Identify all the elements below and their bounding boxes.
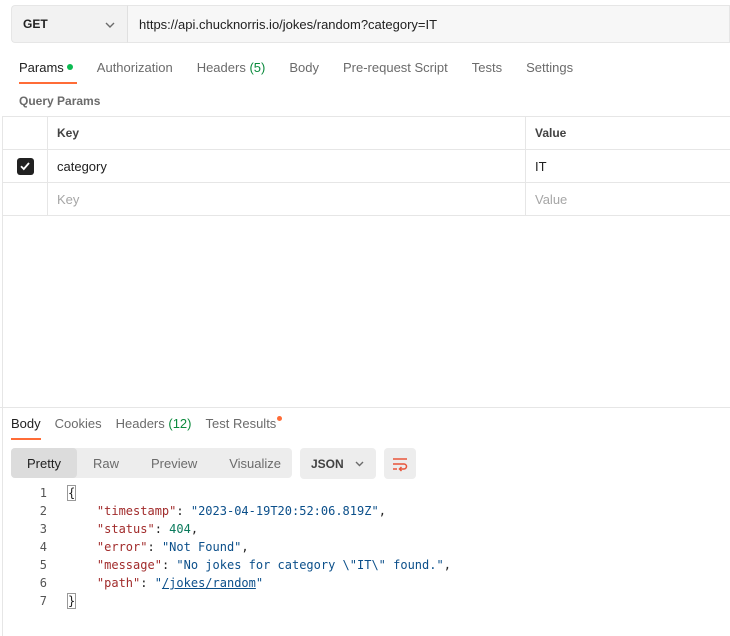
line-number: 5 (39, 558, 47, 572)
chevron-down-icon (105, 22, 115, 28)
line-number: 6 (39, 576, 47, 590)
json-quote: " (154, 576, 162, 590)
tab-params[interactable]: Params (19, 60, 77, 84)
close-brace: } (66, 593, 77, 609)
path-link[interactable]: /jokes/random (162, 576, 256, 590)
view-mode-visualize[interactable]: Visualize (213, 448, 297, 478)
json-value: "Not Found" (161, 540, 242, 554)
line-number: 2 (39, 504, 47, 518)
view-mode-selector: Pretty Raw Preview Visualize (11, 448, 292, 478)
code-text: "error": "Not Found", (96, 540, 249, 554)
response-body-code[interactable]: 1 { 2 "timestamp": "2023-04-19T20:52:06.… (0, 484, 730, 610)
param-checkbox[interactable] (16, 157, 34, 175)
json-key: "path" (96, 576, 141, 590)
format-label: JSON (311, 456, 344, 471)
tab-response-headers-label: Headers (115, 416, 165, 431)
code-line: 6 "path": "/jokes/random" (0, 574, 730, 592)
tab-tests-label: Tests (471, 60, 503, 75)
code-line: 2 "timestamp": "2023-04-19T20:52:06.819Z… (0, 502, 730, 520)
method-select[interactable]: GET (11, 5, 127, 43)
json-key: "timestamp" (96, 504, 177, 518)
tab-body-label: Body (289, 60, 319, 75)
params-header-row: Key Value (3, 117, 730, 150)
code-line: 7 } (0, 592, 730, 610)
code-text: "status": 404, (96, 522, 199, 536)
code-text: "path": "/jokes/random" (96, 576, 264, 590)
tab-test-results[interactable]: Test Results (205, 416, 283, 440)
check-icon (20, 162, 30, 171)
line-number: 1 (39, 486, 47, 500)
json-key: "error" (96, 540, 148, 554)
tab-cookies-label: Cookies (54, 416, 102, 431)
params-table: Key Value category IT Key Value (3, 116, 730, 216)
request-bar: GET https://api.chucknorris.io/jokes/ran… (11, 5, 730, 43)
tab-response-body[interactable]: Body (11, 416, 41, 440)
request-tabs: Params Authorization Headers (5) Body Pr… (19, 60, 597, 84)
code-line: 4 "error": "Not Found", (0, 538, 730, 556)
param-value-cell[interactable]: IT (526, 150, 730, 182)
url-input[interactable]: https://api.chucknorris.io/jokes/random?… (127, 5, 730, 43)
test-results-dot (277, 416, 283, 421)
empty-check-cell (3, 183, 48, 215)
pane-divider[interactable] (0, 407, 730, 408)
headers-count: (5) (249, 60, 266, 75)
query-params-title: Query Params (19, 94, 101, 108)
view-mode-raw[interactable]: Raw (77, 448, 135, 478)
tab-test-results-label: Test Results (205, 416, 277, 431)
param-value: IT (535, 158, 547, 174)
code-text: } (47, 592, 77, 610)
json-quote: " (255, 576, 264, 590)
tab-headers[interactable]: Headers (5) (197, 60, 266, 84)
column-header-key: Key (48, 117, 526, 149)
format-select[interactable]: JSON (300, 448, 376, 479)
tab-response-headers[interactable]: Headers (12) (116, 416, 192, 440)
tab-response-body-label: Body (11, 416, 41, 431)
param-key-cell[interactable]: category (48, 150, 526, 182)
code-text: { (47, 484, 77, 502)
wrap-lines-button[interactable] (384, 448, 416, 479)
url-text: https://api.chucknorris.io/jokes/random?… (139, 16, 438, 32)
params-active-dot (66, 64, 73, 70)
wrap-icon (393, 457, 408, 472)
param-key: category (57, 158, 107, 174)
tab-body[interactable]: Body (289, 60, 319, 84)
chevron-down-icon (355, 461, 364, 467)
code-text: "timestamp": "2023-04-19T20:52:06.819Z", (96, 504, 386, 518)
view-mode-preview[interactable]: Preview (135, 448, 213, 478)
new-key-input[interactable]: Key (48, 183, 526, 215)
tab-headers-label: Headers (196, 60, 246, 75)
tab-authorization[interactable]: Authorization (97, 60, 173, 84)
line-number: 7 (39, 594, 47, 608)
tab-authorization-label: Authorization (96, 60, 173, 75)
table-row-empty: Key Value (3, 183, 730, 216)
code-line: 5 "message": "No jokes for category \"IT… (0, 556, 730, 574)
line-number: 3 (39, 522, 47, 536)
response-headers-count: (12) (168, 416, 192, 431)
new-value-input[interactable]: Value (526, 183, 730, 215)
method-label: GET (23, 17, 48, 31)
code-line: 3 "status": 404, (0, 520, 730, 538)
tab-params-label: Params (19, 60, 64, 75)
tab-prerequest-script[interactable]: Pre-request Script (343, 60, 448, 84)
tab-cookies[interactable]: Cookies (55, 416, 102, 440)
tab-prerequest-label: Pre-request Script (342, 60, 448, 75)
response-tabs: Body Cookies Headers (12) Test Results (11, 416, 290, 440)
tab-tests[interactable]: Tests (472, 60, 502, 84)
line-number: 4 (39, 540, 47, 554)
header-check-cell (3, 117, 48, 149)
code-text: "message": "No jokes for category \"IT\"… (96, 558, 451, 572)
open-brace: { (66, 485, 77, 501)
tab-settings-label: Settings (526, 60, 574, 75)
json-value: 404 (169, 522, 191, 536)
json-value: "2023-04-19T20:52:06.819Z" (190, 504, 379, 518)
column-header-value: Value (535, 126, 567, 140)
json-key: "message" (96, 558, 162, 572)
json-key: "status" (96, 522, 155, 536)
table-row: category IT (3, 150, 730, 183)
view-mode-pretty[interactable]: Pretty (11, 448, 77, 478)
row-check-cell (3, 150, 48, 182)
code-line: 1 { (0, 484, 730, 502)
json-value: "No jokes for category \"IT\" found." (176, 558, 444, 572)
tab-settings[interactable]: Settings (526, 60, 573, 84)
